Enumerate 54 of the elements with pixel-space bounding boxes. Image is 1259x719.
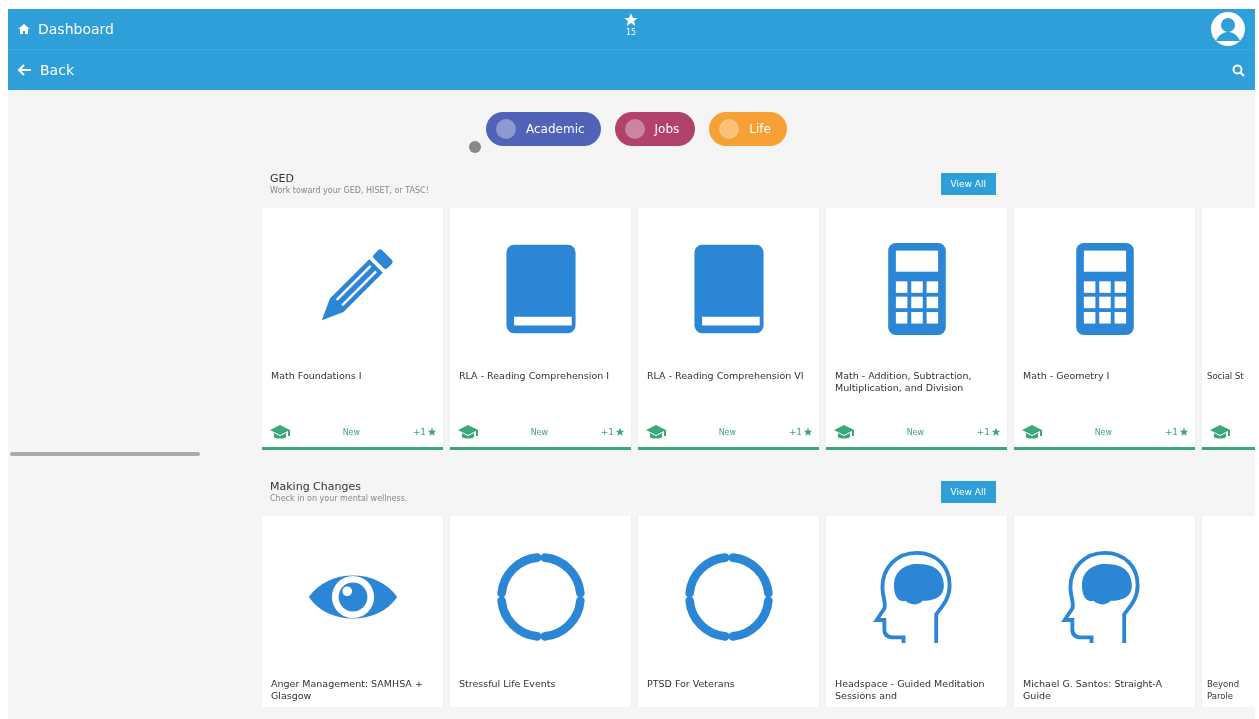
- search-button[interactable]: [1232, 63, 1245, 77]
- reward-label: +1: [788, 427, 813, 437]
- course-title: Beyond Parole: [1206, 678, 1241, 703]
- reward-label: +1: [1164, 427, 1189, 437]
- status-label: New: [717, 427, 738, 437]
- course-card[interactable]: Anger Management: SAMHSA + Glasgow: [262, 516, 443, 707]
- course-card[interactable]: Stressful Life Events: [450, 516, 631, 707]
- course-card[interactable]: Michael G. Santos: Straight-A Guide: [1014, 516, 1195, 707]
- graduation-cap-icon: [1210, 424, 1230, 440]
- course-title: Anger Management: SAMHSA + Glasgow: [270, 678, 424, 703]
- course-card[interactable]: PTSD For Veterans: [638, 516, 819, 707]
- reward-label: +1: [412, 427, 437, 437]
- avatar-icon[interactable]: [1211, 12, 1245, 46]
- course-title: Math - Geometry I: [1022, 370, 1111, 383]
- course-title: Stressful Life Events: [458, 678, 557, 691]
- course-card[interactable]: RLA - Reading Comprehension VI New +1: [638, 208, 819, 450]
- course-title: Michael G. Santos: Straight-A Guide: [1022, 678, 1163, 703]
- course-card[interactable]: Math - Geometry I New +1: [1014, 208, 1195, 450]
- status-label: New: [905, 427, 926, 437]
- home-icon: [18, 23, 30, 35]
- course-title: RLA - Reading Comprehension VI: [646, 370, 805, 383]
- course-card[interactable]: Math - Addition, Subtraction, Multiplication, and Division New +1: [826, 208, 1007, 450]
- section-title: Making Changes: [270, 480, 362, 493]
- course-title: Math - Addition, Subtraction, Multiplication, and Division: [834, 370, 973, 395]
- section-subtitle: Work toward your GED, HISET, or TASC!: [270, 186, 429, 195]
- section-title: GED: [270, 172, 295, 185]
- section-subtitle: Check in on your mental wellness.: [270, 494, 408, 503]
- status-label: New: [341, 427, 362, 437]
- graduation-cap-icon: [646, 424, 666, 440]
- course-card[interactable]: Beyond Parole: [1202, 516, 1255, 707]
- scrollbar[interactable]: [10, 452, 200, 456]
- status-label: New: [1093, 427, 1114, 437]
- status-label: New: [529, 427, 550, 437]
- arrow-left-icon: [18, 64, 32, 76]
- star-count: 15: [625, 28, 637, 38]
- graduation-cap-icon: [270, 424, 290, 440]
- category-pill[interactable]: Jobs: [614, 112, 696, 146]
- reward-label: +1: [600, 427, 625, 437]
- course-title: RLA - Reading Comprehension I: [458, 370, 611, 383]
- course-title: PTSD For Veterans: [646, 678, 736, 691]
- course-card[interactable]: Math Foundations I New +1: [262, 208, 443, 450]
- category-pill[interactable]: Academic: [486, 112, 601, 146]
- course-card[interactable]: RLA - Reading Comprehension I New +1: [450, 208, 631, 450]
- course-title: Social St: [1206, 370, 1245, 383]
- status-dot: [469, 141, 481, 153]
- course-card[interactable]: Social St: [1202, 208, 1255, 450]
- graduation-cap-icon: [458, 424, 478, 440]
- graduation-cap-icon: [1022, 424, 1042, 440]
- star-icon: [623, 12, 639, 28]
- course-title: Headspace - Guided Meditation Sessions and: [834, 678, 986, 703]
- graduation-cap-icon: [834, 424, 854, 440]
- reward-label: +1: [976, 427, 1001, 437]
- course-title: Math Foundations I: [270, 370, 363, 383]
- course-card[interactable]: Headspace - Guided Meditation Sessions and: [826, 516, 1007, 707]
